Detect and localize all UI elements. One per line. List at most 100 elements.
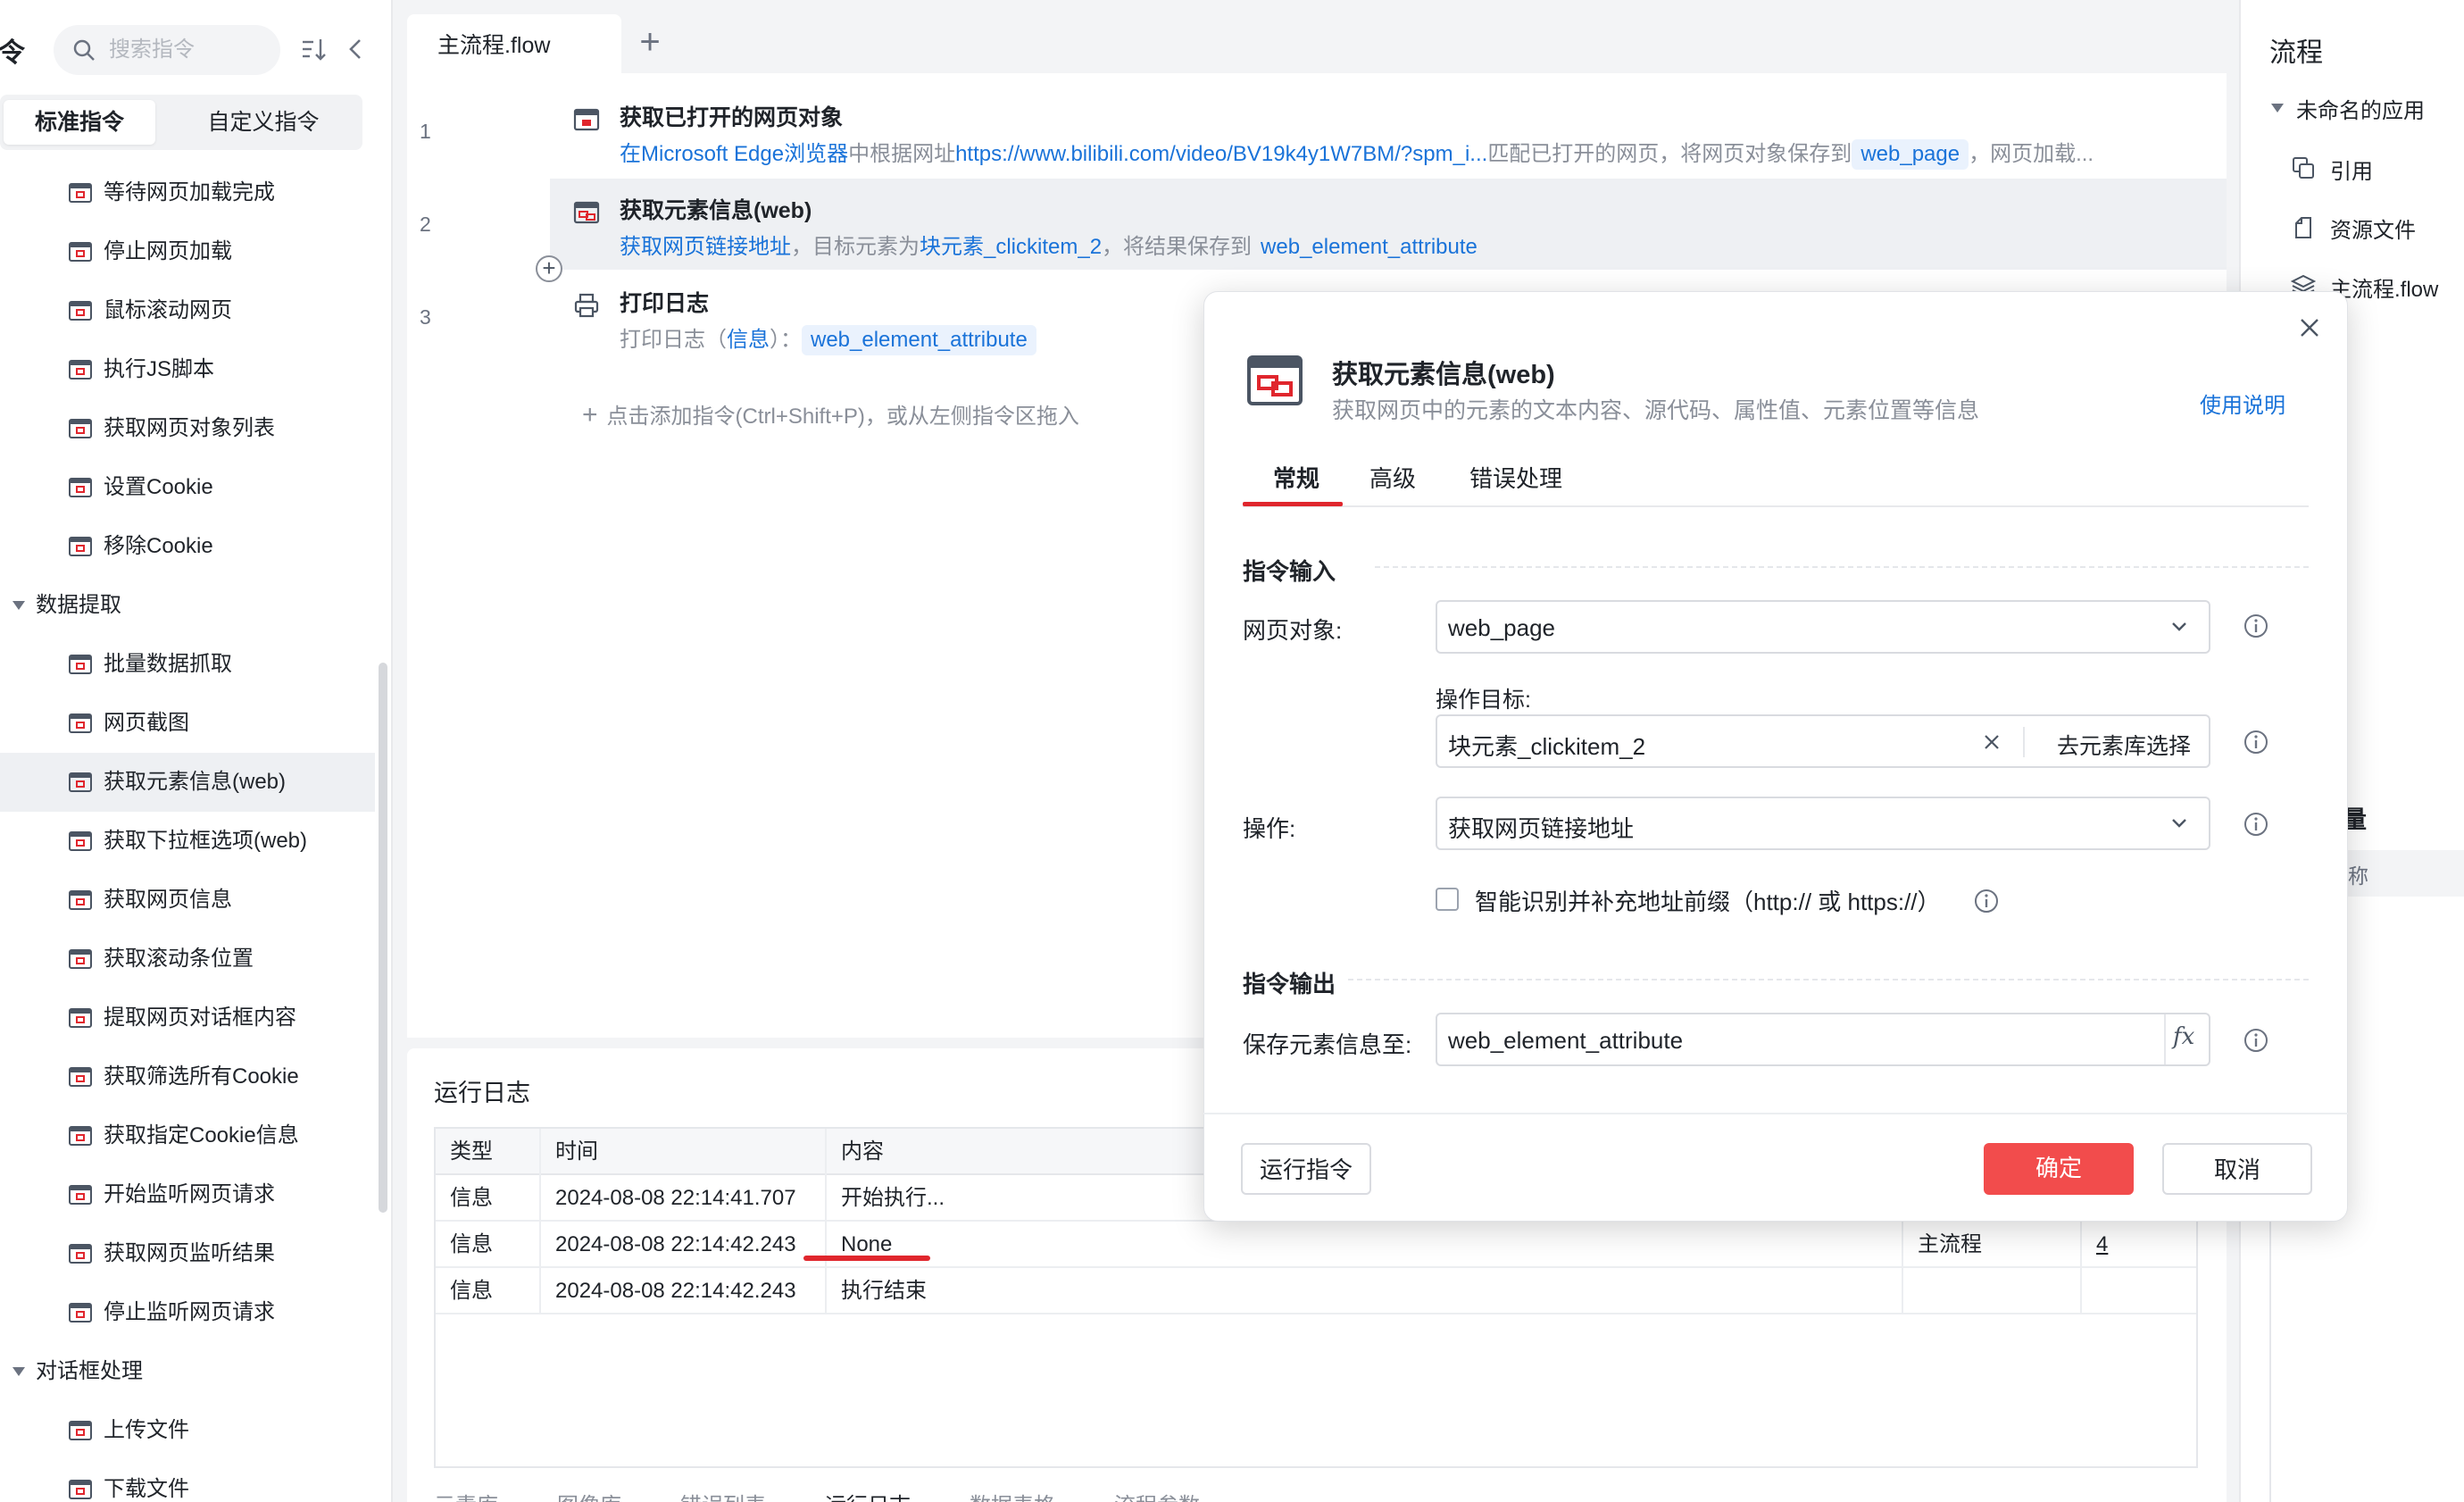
add-hint-text: 点击添加指令(Ctrl+Shift+P)，或从左侧指令区拖入 <box>606 405 1079 429</box>
browser-object-icon <box>573 108 600 131</box>
log-line-link[interactable]: 4 <box>2082 1222 2184 1268</box>
sort-icon[interactable] <box>300 36 327 63</box>
add-step-hint[interactable]: + 点击添加指令(Ctrl+Shift+P)，或从左侧指令区拖入 <box>582 398 1079 430</box>
log-time: 2024-08-08 22:14:42.243 <box>541 1222 827 1268</box>
command-item[interactable]: 移除Cookie <box>0 517 375 576</box>
log-row[interactable]: 信息 2024-08-08 22:14:42.243 执行结束 <box>436 1268 2196 1314</box>
tab-general[interactable]: 常规 <box>1273 461 1319 507</box>
app-tree-root[interactable]: 未命名的应用 <box>2296 93 2425 124</box>
command-item-label: 网页截图 <box>104 711 189 735</box>
clear-icon[interactable] <box>1982 732 2002 752</box>
tab-flow-params[interactable]: 流程参数 <box>1114 1494 1200 1502</box>
element-library-button[interactable]: 去元素库选择 <box>2057 729 2191 761</box>
tab-standard-commands[interactable]: 标准指令 <box>4 100 155 145</box>
command-item[interactable]: 设置Cookie <box>0 458 375 517</box>
log-row[interactable]: 信息 2024-08-08 22:14:42.243 None 主流程 4 <box>436 1222 2196 1268</box>
command-item[interactable]: 获取元素信息(web) <box>0 753 375 812</box>
tab-error-list[interactable]: 错误列表 <box>680 1494 766 1502</box>
command-item[interactable]: 批量数据抓取 <box>0 635 375 694</box>
variable-chip[interactable]: web_element_attribute <box>802 325 1036 355</box>
command-item[interactable]: 获取网页对象列表 <box>0 399 375 458</box>
dialog-description: 获取网页中的元素的文本内容、源代码、属性值、元素位置等信息 <box>1332 398 1980 423</box>
tree-group-header[interactable]: 数据提取 <box>0 576 375 635</box>
section-input-title: 指令输入 <box>1243 558 1336 585</box>
command-item[interactable]: 停止网页加载 <box>0 222 375 281</box>
collapse-icon[interactable] <box>345 36 366 63</box>
command-item[interactable]: 获取网页信息 <box>0 871 375 930</box>
info-icon[interactable] <box>2243 729 2269 755</box>
info-icon[interactable] <box>2243 811 2269 838</box>
log-time: 2024-08-08 22:14:41.707 <box>541 1175 827 1222</box>
variables-name-column: 称 <box>2348 864 2368 888</box>
desc-url: https://www.bilibili.com/video/BV19k4y1W… <box>955 142 1488 166</box>
command-item[interactable]: 获取滚动条位置 <box>0 930 375 989</box>
command-tabs: 标准指令 自定义指令 <box>0 95 362 150</box>
cancel-button[interactable]: 取消 <box>2162 1143 2312 1195</box>
confirm-button[interactable]: 确定 <box>1984 1143 2134 1195</box>
tab-image-library[interactable]: 图像库 <box>557 1494 621 1502</box>
command-item-label: 等待网页加载完成 <box>104 180 275 204</box>
command-item[interactable]: 获取指定Cookie信息 <box>0 1106 375 1165</box>
command-item-label: 获取滚动条位置 <box>104 947 254 971</box>
tab-advanced[interactable]: 高级 <box>1369 461 1416 507</box>
command-item[interactable]: 执行JS脚本 <box>0 340 375 399</box>
command-item[interactable]: 获取筛选所有Cookie <box>0 1047 375 1106</box>
printer-icon <box>574 293 599 318</box>
expand-caret-icon[interactable] <box>2271 104 2284 113</box>
variable-chip[interactable]: web_page <box>1852 139 1969 170</box>
flow-step-selected[interactable]: 获取元素信息(web) 获取网页链接地址，目标元素为块元素_clickitem_… <box>550 179 2227 270</box>
command-item[interactable]: 鼠标滚动网页 <box>0 281 375 340</box>
save-to-field[interactable]: web_element_attribute fx <box>1436 1013 2210 1066</box>
browser-scroll-icon <box>69 301 92 321</box>
help-link[interactable]: 使用说明 <box>2200 388 2285 419</box>
add-tab-button[interactable]: + <box>634 24 666 60</box>
tab-data-table[interactable]: 数据表格 <box>970 1494 1055 1502</box>
close-icon[interactable] <box>2296 314 2323 341</box>
operation-label: 操作: <box>1243 815 1296 842</box>
fx-icon[interactable]: fx <box>2173 1023 2194 1050</box>
listen-start-icon <box>69 1185 92 1205</box>
command-item-label: 获取筛选所有Cookie <box>104 1064 299 1089</box>
tab-run-log[interactable]: 运行日志 <box>825 1494 911 1502</box>
column-header-time[interactable]: 时间 <box>541 1129 827 1175</box>
tab-element-library[interactable]: 元素库 <box>434 1494 498 1502</box>
tree-item-reference[interactable]: 引用 <box>2293 154 2373 185</box>
run-command-button[interactable]: 运行指令 <box>1241 1143 1371 1195</box>
command-item[interactable]: 获取网页监听结果 <box>0 1224 375 1283</box>
sidebar-scrollbar[interactable] <box>379 663 387 1213</box>
tree-group-header[interactable]: 对话框处理 <box>0 1342 375 1401</box>
command-item[interactable]: 获取下拉框选项(web) <box>0 812 375 871</box>
target-element-field[interactable]: 块元素_clickitem_2 去元素库选择 <box>1436 714 2210 768</box>
operation-select[interactable]: 获取网页链接地址 <box>1436 797 2210 850</box>
command-search[interactable] <box>54 25 280 75</box>
tab-error-handling[interactable]: 错误处理 <box>1469 461 1562 507</box>
command-item[interactable]: 网页截图 <box>0 694 375 753</box>
column-header-type[interactable]: 类型 <box>436 1129 541 1175</box>
desc-text: 匹配已打开的网页，将网页对象保存到 <box>1487 142 1852 166</box>
flow-step[interactable]: 获取已打开的网页对象 在Microsoft Edge浏览器中根据网址https:… <box>550 86 2227 177</box>
upload-file-icon <box>69 1421 92 1440</box>
variable-chip[interactable]: web_element_attribute <box>1252 232 1486 263</box>
command-item[interactable]: 开始监听网页请求 <box>0 1165 375 1224</box>
command-item[interactable]: 提取网页对话框内容 <box>0 989 375 1047</box>
search-input[interactable] <box>109 32 270 68</box>
command-tree: 等待网页加载完成停止网页加载 鼠标滚动网页 执行JS脚本 获取网页对象列表设置Cook… <box>0 163 375 1502</box>
command-item[interactable]: 下载文件 <box>0 1460 375 1502</box>
step-title: 获取已打开的网页对象 <box>620 105 844 130</box>
tab-custom-commands[interactable]: 自定义指令 <box>179 100 348 145</box>
command-item[interactable]: 上传文件 <box>0 1401 375 1460</box>
command-item[interactable]: 等待网页加载完成 <box>0 163 375 222</box>
info-icon[interactable] <box>1973 888 2000 914</box>
page-object-select[interactable]: web_page <box>1436 600 2210 654</box>
auto-prefix-checkbox[interactable] <box>1436 888 1459 911</box>
log-source: 主流程 <box>1903 1222 2082 1268</box>
file-tabbar <box>407 14 2227 73</box>
command-item[interactable]: 停止监听网页请求 <box>0 1283 375 1342</box>
file-tab-main-flow[interactable]: 主流程.flow <box>407 14 621 73</box>
info-icon[interactable] <box>2243 1027 2269 1054</box>
info-icon[interactable] <box>2243 613 2269 639</box>
log-type: 信息 <box>436 1222 541 1268</box>
step-description: 获取网页链接地址，目标元素为块元素_clickitem_2，将结果保存到 web_… <box>620 229 2209 263</box>
command-item-label: 设置Cookie <box>104 475 213 499</box>
tree-item-resources[interactable]: 资源文件 <box>2295 213 2416 244</box>
